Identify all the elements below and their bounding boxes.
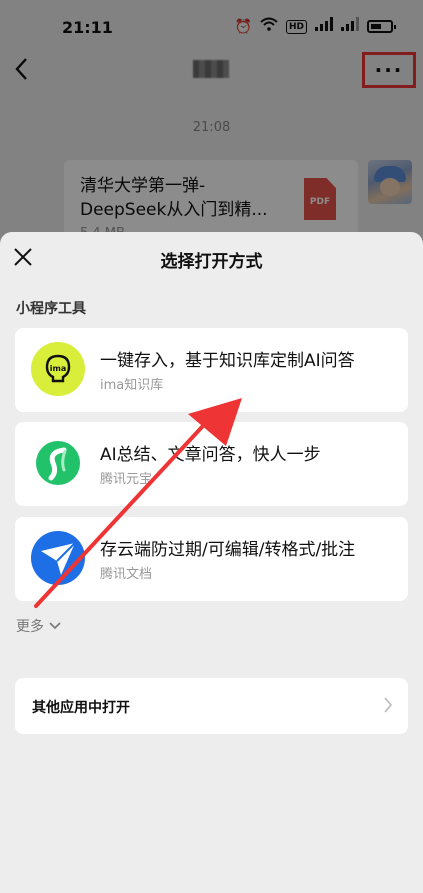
ima-logo-icon: ima	[31, 342, 85, 396]
ima-logo-text: ima	[50, 364, 66, 373]
chevron-right-icon	[384, 697, 393, 713]
tencent-docs-logo-icon	[31, 531, 85, 585]
open-with-sheet: 选择打开方式 小程序工具 ima 一键存入，基于知识库定制AI问答 ima知识库…	[0, 232, 423, 893]
tool-title: 一键存入，基于知识库定制AI问答	[100, 351, 355, 371]
tool-card-yuanbao[interactable]: AI总结、文章问答，快人一步 腾讯元宝	[15, 422, 408, 506]
tool-subtitle: 腾讯文档	[100, 567, 153, 582]
more-toggle[interactable]: 更多	[16, 616, 62, 636]
tool-card-ima[interactable]: ima 一键存入，基于知识库定制AI问答 ima知识库	[15, 328, 408, 412]
yuanbao-logo-icon	[31, 436, 85, 490]
section-label: 小程序工具	[16, 301, 86, 317]
tool-title: AI总结、文章问答，快人一步	[100, 445, 321, 465]
tool-title: 存云端防过期/可编辑/转格式/批注	[100, 540, 356, 560]
other-app-label: 其他应用中打开	[32, 700, 130, 716]
sheet-title: 选择打开方式	[160, 252, 263, 272]
tool-card-tencent-docs[interactable]: 存云端防过期/可编辑/转格式/批注 腾讯文档	[15, 517, 408, 601]
tool-subtitle: ima知识库	[100, 378, 164, 393]
sheet-header: 选择打开方式	[0, 232, 423, 286]
tool-subtitle: 腾讯元宝	[100, 472, 153, 487]
chevron-down-icon	[49, 622, 61, 630]
more-label: 更多	[16, 619, 44, 635]
open-in-other-app-button[interactable]: 其他应用中打开	[15, 678, 408, 734]
